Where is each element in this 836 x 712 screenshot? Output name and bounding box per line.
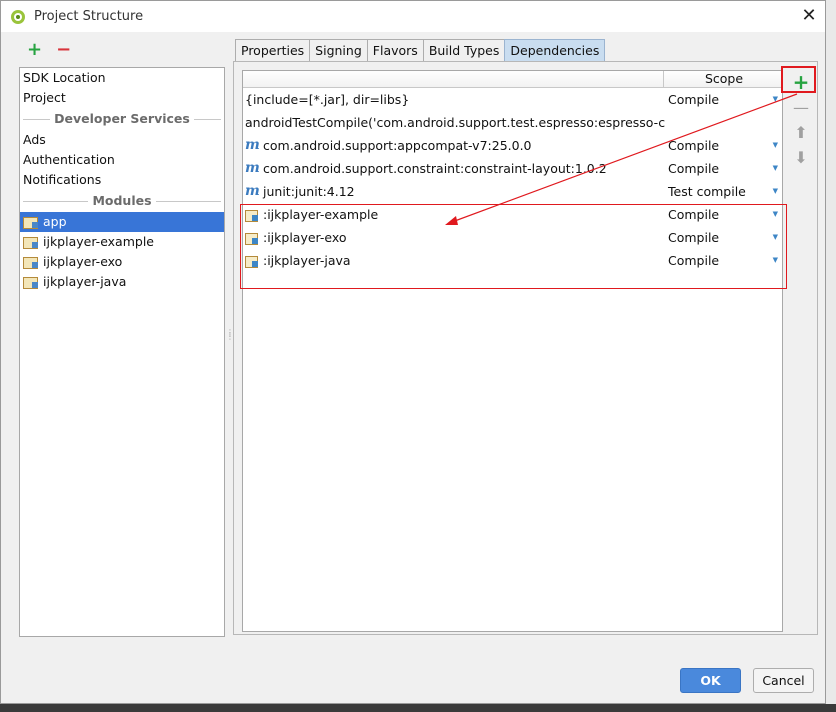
table-row[interactable]: m junit:junit:4.12 Test compile ▼ — [243, 180, 782, 203]
remove-dependency-button[interactable]: — — [790, 95, 812, 120]
module-item-app[interactable]: app — [20, 212, 224, 232]
splitter-handle[interactable]: ⋮ ⋮ — [226, 329, 234, 345]
dependency-name: com.android.support.constraint:constrain… — [263, 161, 607, 176]
cancel-button[interactable]: Cancel — [753, 668, 814, 693]
dropdown-arrow-icon: ▼ — [772, 95, 778, 103]
scope-cell — [668, 111, 780, 134]
module-icon — [245, 209, 258, 222]
project-structure-dialog: Project Structure ✕ + − SDK Location Pro… — [0, 0, 826, 704]
module-label: ijkplayer-example — [43, 234, 154, 249]
ads-item[interactable]: Ads — [20, 130, 224, 150]
dependencies-panel: Scope {include=[*.jar], dir=libs} Compil… — [233, 61, 818, 635]
add-dependency-button[interactable]: + — [790, 70, 812, 95]
close-icon[interactable]: ✕ — [799, 6, 819, 26]
tab-bar: Properties Signing Flavors Build Types D… — [235, 39, 606, 62]
dropdown-arrow-icon: ▼ — [772, 210, 778, 218]
table-row[interactable]: :ijkplayer-java Compile ▼ — [243, 249, 782, 272]
module-folder-icon — [23, 216, 38, 229]
dependency-name: {include=[*.jar], dir=libs} — [245, 92, 410, 107]
dependency-name: :ijkplayer-example — [263, 207, 379, 222]
add-module-button[interactable]: + — [27, 41, 42, 59]
table-row[interactable]: :ijkplayer-exo Compile ▼ — [243, 226, 782, 249]
module-folder-icon — [23, 256, 38, 269]
module-item-ijkplayer-example[interactable]: ijkplayer-example — [20, 232, 224, 252]
dropdown-arrow-icon: ▼ — [772, 256, 778, 264]
modules-header: Modules — [20, 190, 224, 212]
tab-dependencies[interactable]: Dependencies — [504, 39, 606, 62]
scope-dropdown[interactable]: Compile ▼ — [668, 157, 780, 180]
dependency-name: :ijkplayer-exo — [263, 230, 347, 245]
module-icon — [245, 232, 258, 245]
module-label: ijkplayer-java — [43, 274, 127, 289]
module-icon — [245, 255, 258, 268]
table-row[interactable]: m com.android.support:appcompat-v7:25.0.0… — [243, 134, 782, 157]
remove-module-button[interactable]: − — [56, 41, 71, 59]
table-row[interactable]: {include=[*.jar], dir=libs} Compile ▼ — [243, 88, 782, 111]
android-studio-icon — [11, 9, 25, 24]
module-folder-icon — [23, 236, 38, 249]
developer-services-header: Developer Services — [20, 108, 224, 130]
dependency-name: com.android.support:appcompat-v7:25.0.0 — [263, 138, 532, 153]
module-label: ijkplayer-exo — [43, 254, 123, 269]
scope-dropdown[interactable]: Compile ▼ — [668, 134, 780, 157]
module-folder-icon — [23, 276, 38, 289]
scope-dropdown[interactable]: Compile ▼ — [668, 249, 780, 272]
dropdown-arrow-icon: ▼ — [772, 233, 778, 241]
move-up-button[interactable]: ⬆ — [790, 120, 812, 145]
scope-column-header[interactable]: Scope — [663, 71, 784, 88]
table-row[interactable]: m com.android.support.constraint:constrai… — [243, 157, 782, 180]
maven-icon: m — [245, 183, 260, 199]
module-item-ijkplayer-exo[interactable]: ijkplayer-exo — [20, 252, 224, 272]
project-item[interactable]: Project — [20, 88, 224, 108]
tab-flavors[interactable]: Flavors — [366, 39, 424, 62]
authentication-item[interactable]: Authentication — [20, 150, 224, 170]
dialog-button-bar: OK Cancel — [1, 651, 827, 705]
dependency-name: junit:junit:4.12 — [263, 184, 355, 199]
table-row[interactable]: androidTestCompile('com.android.support.… — [243, 111, 782, 134]
ok-button[interactable]: OK — [680, 668, 741, 693]
tab-build-types[interactable]: Build Types — [422, 39, 506, 62]
background-taskbar-edge — [0, 704, 836, 712]
background-window-edge — [826, 0, 836, 712]
scope-dropdown[interactable]: Compile ▼ — [668, 203, 780, 226]
maven-icon: m — [245, 137, 260, 153]
dropdown-arrow-icon: ▼ — [772, 187, 778, 195]
tab-properties[interactable]: Properties — [235, 39, 311, 62]
module-item-ijkplayer-java[interactable]: ijkplayer-java — [20, 272, 224, 292]
scope-dropdown[interactable]: Compile ▼ — [668, 88, 780, 111]
sdk-location-item[interactable]: SDK Location — [20, 68, 224, 88]
dependency-name: androidTestCompile('com.android.support.… — [245, 115, 665, 130]
scope-dropdown[interactable]: Compile ▼ — [668, 226, 780, 249]
dropdown-arrow-icon: ▼ — [772, 141, 778, 149]
dependency-name: :ijkplayer-java — [263, 253, 351, 268]
table-row[interactable]: :ijkplayer-example Compile ▼ — [243, 203, 782, 226]
tab-signing[interactable]: Signing — [309, 39, 368, 62]
table-header: Scope — [243, 71, 782, 88]
project-tree: SDK Location Project Developer Services … — [19, 67, 225, 637]
notifications-item[interactable]: Notifications — [20, 170, 224, 190]
maven-icon: m — [245, 160, 260, 176]
dependencies-table: Scope {include=[*.jar], dir=libs} Compil… — [242, 70, 783, 632]
dropdown-arrow-icon: ▼ — [772, 164, 778, 172]
scope-dropdown[interactable]: Test compile ▼ — [668, 180, 780, 203]
left-toolbar: + − — [27, 41, 71, 59]
window-title: Project Structure — [34, 9, 144, 24]
dependency-toolbar: + — ⬆ ⬇ — [790, 70, 812, 170]
module-label: app — [43, 214, 67, 229]
title-bar: Project Structure ✕ — [1, 1, 825, 32]
move-down-button[interactable]: ⬇ — [790, 145, 812, 170]
